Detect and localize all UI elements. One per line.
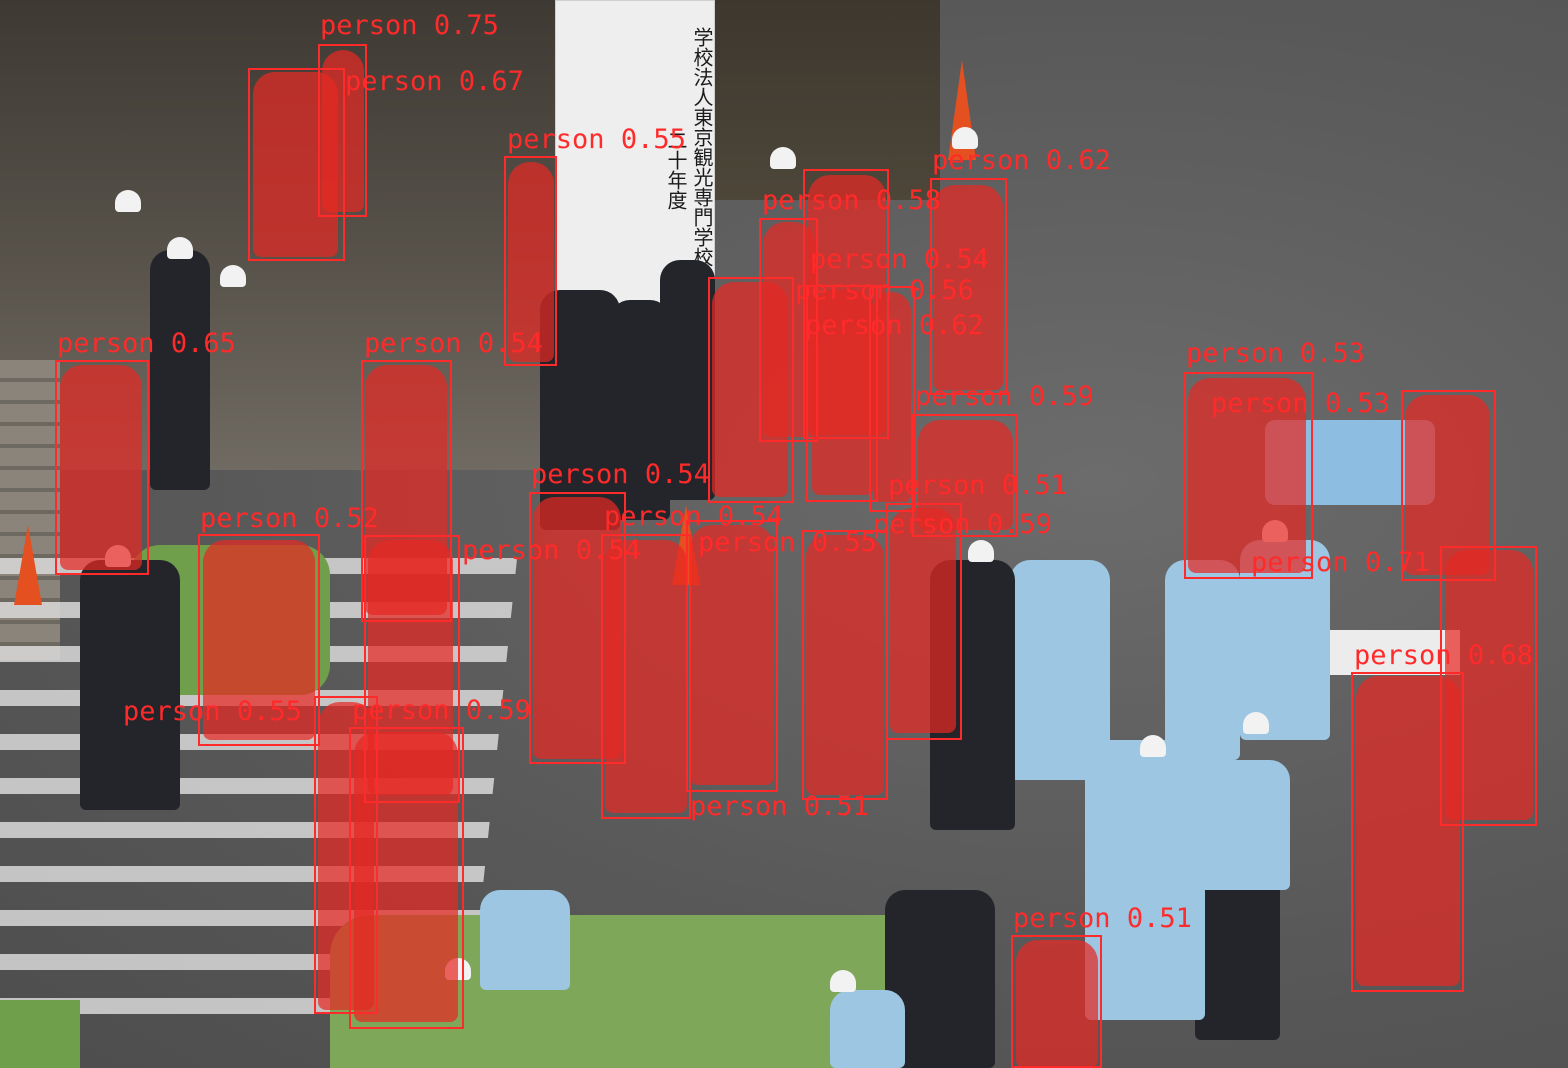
- detection-label: person 0.54: [531, 459, 710, 490]
- person-silhouette: [1180, 760, 1290, 890]
- helmet: [115, 190, 141, 212]
- helmet: [830, 970, 856, 992]
- green-tarp-corner: [0, 1000, 80, 1068]
- traffic-cone: [14, 525, 42, 605]
- detection-box: [55, 360, 149, 575]
- detection-label: person 0.71: [1251, 547, 1430, 578]
- detection-label: person 0.51: [690, 791, 869, 822]
- detection-label: person 0.55: [507, 124, 686, 155]
- detection-box: [1011, 935, 1102, 1068]
- person-silhouette: [80, 560, 180, 810]
- detection-box: [686, 520, 778, 792]
- detection-label: person 0.67: [345, 66, 524, 97]
- detection-label: person 0.51: [1013, 903, 1192, 934]
- person-silhouette: [830, 990, 905, 1068]
- detection-label: person 0.53: [1211, 388, 1390, 419]
- person-silhouette: [150, 250, 210, 490]
- detection-label: person 0.52: [200, 503, 379, 534]
- detection-box: [802, 530, 888, 800]
- helmet: [167, 237, 193, 259]
- detection-label: person 0.65: [57, 328, 236, 359]
- detection-label: person 0.51: [888, 470, 1067, 501]
- helmet: [968, 540, 994, 562]
- person-silhouette: [1165, 560, 1240, 760]
- detection-label: person 0.59: [915, 381, 1094, 412]
- detection-label: person 0.58: [762, 185, 941, 216]
- detection-label: person 0.62: [805, 310, 984, 341]
- detection-label: person 0.55: [123, 696, 302, 727]
- detection-box: [1351, 672, 1464, 992]
- detection-label: person 0.54: [810, 244, 989, 275]
- person-silhouette: [480, 890, 570, 990]
- detection-label: person 0.62: [932, 145, 1111, 176]
- detection-box: [364, 535, 460, 803]
- helmet: [220, 265, 246, 287]
- detection-scene: 学校法人東京観光専門学校 平成二十年度 person 0.75 person 0…: [0, 0, 1568, 1068]
- detection-label: person 0.53: [1186, 338, 1365, 369]
- detection-box: [708, 277, 794, 503]
- detection-label: person 0.54: [462, 535, 641, 566]
- detection-box: [601, 534, 691, 819]
- detection-label: person 0.54: [364, 328, 543, 359]
- detection-label: person 0.59: [873, 509, 1052, 540]
- helmet: [770, 147, 796, 169]
- helmet: [1243, 712, 1269, 734]
- detection-label: person 0.75: [320, 10, 499, 41]
- detection-label: person 0.68: [1354, 640, 1533, 671]
- helmet: [1140, 735, 1166, 757]
